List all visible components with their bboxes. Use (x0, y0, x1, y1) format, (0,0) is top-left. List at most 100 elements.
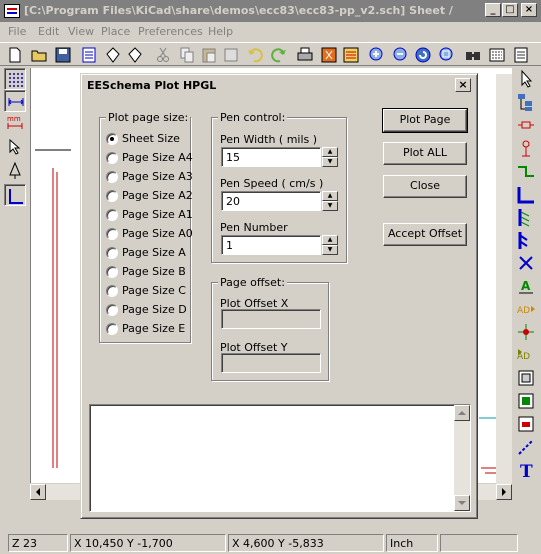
paste-icon[interactable] (200, 46, 218, 64)
pen-width-field[interactable]: 15 (221, 147, 321, 167)
find-icon[interactable] (464, 46, 482, 64)
cut-icon[interactable] (154, 46, 172, 64)
grid-toggle-icon[interactable] (4, 68, 26, 90)
hierarchy-pop-icon[interactable] (126, 46, 144, 64)
radio-dot[interactable] (106, 209, 118, 221)
message-textarea[interactable] (89, 404, 471, 512)
radio-dot[interactable] (106, 171, 118, 183)
undo-icon[interactable] (246, 46, 264, 64)
no-connect-icon[interactable] (515, 252, 537, 274)
dialog-title: EESchema Plot HPGL (87, 79, 217, 92)
redraw-icon[interactable] (414, 46, 432, 64)
zoom-in-icon[interactable] (368, 46, 386, 64)
spin-up-icon[interactable]: ▲ (322, 191, 338, 201)
import-sheet-pin-icon[interactable] (515, 390, 537, 412)
minimize-button[interactable]: _ (485, 3, 501, 17)
menu-edit[interactable]: Edit (38, 25, 59, 38)
kicad-app-icon (4, 4, 20, 18)
save-icon[interactable] (54, 46, 72, 64)
accept-offset-button[interactable]: Accept Offset (383, 223, 467, 246)
wire-angle-icon[interactable] (4, 184, 26, 206)
pen-speed-spinner[interactable]: ▲ ▼ (322, 191, 338, 211)
menu-view[interactable]: View (68, 25, 94, 38)
spin-down-icon[interactable]: ▼ (322, 157, 338, 167)
radio-dot[interactable] (106, 266, 118, 278)
add-graphic-line-icon[interactable] (515, 436, 537, 458)
add-bus-entry-icon[interactable] (515, 229, 537, 251)
vertical-scrollbar[interactable] (496, 74, 512, 484)
hierarchy-icon[interactable] (104, 46, 122, 64)
annotate-icon[interactable] (320, 46, 338, 64)
spin-down-icon[interactable]: ▼ (322, 201, 338, 211)
menu-preferences[interactable]: Preferences (138, 25, 203, 38)
copy-icon[interactable] (178, 46, 196, 64)
units-status: Inch (386, 534, 438, 552)
zoom-out-icon[interactable] (392, 46, 410, 64)
units-mm-icon[interactable]: mm (4, 112, 26, 134)
plot-all-button[interactable]: Plot ALL (383, 142, 467, 165)
radio-dot[interactable] (106, 285, 118, 297)
show-pins-icon[interactable] (4, 160, 26, 182)
menu-help[interactable]: Help (208, 25, 233, 38)
scroll-up-button[interactable] (454, 405, 470, 421)
radio-label: Page Size B (122, 265, 186, 278)
spin-up-icon[interactable]: ▲ (322, 147, 338, 157)
maximize-button[interactable]: □ (502, 3, 518, 17)
pen-speed-field[interactable]: 20 (221, 191, 321, 211)
sheet-icon[interactable] (80, 46, 98, 64)
pen-control-legend: Pen control: (218, 111, 288, 124)
add-global-label-icon[interactable]: AD (515, 298, 537, 320)
add-wire-icon[interactable] (515, 160, 537, 182)
plot-offset-x-field[interactable] (221, 309, 321, 329)
open-folder-icon[interactable] (30, 46, 48, 64)
add-bus-icon[interactable] (515, 183, 537, 205)
add-power-icon[interactable] (515, 137, 537, 159)
spin-up-icon[interactable]: ▲ (322, 235, 338, 245)
bom-icon[interactable] (512, 46, 530, 64)
zoom-fit-icon[interactable] (438, 46, 456, 64)
radio-label: Page Size A0 (122, 227, 193, 240)
new-file-icon[interactable] (6, 46, 24, 64)
radio-dot-selected[interactable] (106, 133, 118, 145)
message-scrollbar[interactable] (454, 405, 470, 511)
pen-number-field[interactable]: 1 (221, 235, 321, 255)
menu-place[interactable]: Place (101, 25, 130, 38)
redo-icon[interactable] (270, 46, 288, 64)
units-inch-icon[interactable] (4, 90, 26, 112)
print-icon[interactable] (296, 46, 314, 64)
add-junction-icon[interactable] (515, 321, 537, 343)
add-hier-label-icon[interactable]: AD (515, 344, 537, 366)
netlist-icon[interactable] (488, 46, 506, 64)
radio-dot[interactable] (106, 228, 118, 240)
spin-down-icon[interactable]: ▼ (322, 245, 338, 255)
close-window-button[interactable]: × (521, 3, 537, 17)
erc-icon[interactable] (342, 46, 360, 64)
radio-dot[interactable] (106, 304, 118, 316)
select-arrow-icon[interactable] (515, 68, 537, 90)
scroll-right-button[interactable] (496, 484, 512, 500)
menu-file[interactable]: File (8, 25, 26, 38)
add-text-icon[interactable]: T (515, 459, 537, 482)
scroll-left-button[interactable] (30, 484, 46, 500)
close-button[interactable]: Close (383, 175, 467, 198)
pen-width-spinner[interactable]: ▲ ▼ (322, 147, 338, 167)
radio-dot[interactable] (106, 247, 118, 259)
add-sheet-pin-icon[interactable] (515, 413, 537, 435)
add-sheet-icon[interactable] (515, 367, 537, 389)
dialog-title-bar[interactable]: EESchema Plot HPGL × (84, 77, 474, 95)
dialog-close-button[interactable]: × (455, 78, 471, 92)
hierarchy-nav-icon[interactable] (515, 91, 537, 113)
svg-text:T: T (520, 462, 533, 481)
radio-dot[interactable] (106, 323, 118, 335)
add-wire-to-bus-icon[interactable] (515, 206, 537, 228)
add-label-icon[interactable]: A (515, 275, 537, 297)
plot-offset-y-field[interactable] (221, 353, 321, 373)
cursor-shape-icon[interactable] (4, 136, 26, 158)
scroll-down-button[interactable] (454, 495, 470, 511)
delete-item-icon[interactable] (222, 46, 240, 64)
radio-dot[interactable] (106, 190, 118, 202)
add-component-icon[interactable] (515, 114, 537, 136)
plot-page-button[interactable]: Plot Page (382, 108, 468, 133)
pen-number-spinner[interactable]: ▲ ▼ (322, 235, 338, 255)
radio-dot[interactable] (106, 152, 118, 164)
